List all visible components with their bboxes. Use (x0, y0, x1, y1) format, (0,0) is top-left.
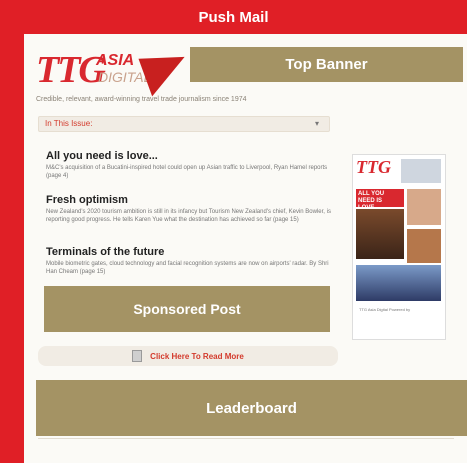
article-description: Mobile biometric gates, cloud technology… (46, 261, 329, 275)
article-title[interactable]: Terminals of the future (46, 246, 336, 258)
article-description: New Zealand's 2020 tourism ambition is s… (46, 209, 331, 223)
top-banner-placeholder: Top Banner (190, 47, 463, 82)
logo-asia: ASIA (96, 52, 135, 69)
sponsored-post-placeholder: Sponsored Post (44, 286, 330, 332)
thumbnail-headline: ALL YOU NEED IS LOVE... (356, 189, 404, 211)
chevron-down-icon: ▾ (314, 119, 319, 128)
thumbnail-banner-image (401, 159, 441, 183)
thumbnail-photo-bottom (356, 265, 441, 301)
leaderboard-placeholder: Leaderboard (36, 380, 467, 436)
thumbnail-photo (356, 209, 404, 259)
article-title[interactable]: Fresh optimism (46, 194, 336, 206)
push-mail-header: Push Mail (198, 8, 269, 26)
document-icon (132, 350, 143, 362)
thumbnail-footer: TTG Asia Digital Powered by (359, 307, 411, 312)
article-description: M&C's acquisition of a Bucatini-inspired… (46, 165, 328, 179)
thumbnail-side-image (407, 229, 441, 263)
paper-plane-icon (138, 43, 194, 97)
logo-ttg: TTG (36, 49, 106, 91)
thumbnail-side-image (407, 189, 441, 225)
article-item[interactable]: Terminals of the future Mobile biometric… (46, 246, 336, 276)
article-item[interactable]: Fresh optimism New Zealand's 2020 touris… (46, 194, 336, 224)
article-item[interactable]: All you need is love... M&C's acquisitio… (46, 150, 336, 180)
divider (38, 438, 454, 439)
issue-bar-label: In This Issue: (45, 119, 93, 128)
read-more-label: Click Here To Read More (150, 351, 244, 361)
read-more-button[interactable]: Click Here To Read More (38, 346, 338, 366)
in-this-issue-dropdown[interactable]: In This Issue: ▾ (38, 116, 330, 132)
ttg-asia-digital-logo: TTG ASIA DIGITAL (36, 43, 194, 97)
tagline: Credible, relevant, award-winning travel… (36, 96, 247, 103)
thumbnail-logo: TTG (356, 157, 391, 177)
email-preview: TTG ASIA DIGITAL Top Banner Credible, re… (24, 34, 467, 463)
article-title[interactable]: All you need is love... (46, 150, 336, 162)
magazine-cover-thumbnail[interactable]: TTG ALL YOU NEED IS LOVE... TTG Asia Dig… (352, 154, 446, 340)
